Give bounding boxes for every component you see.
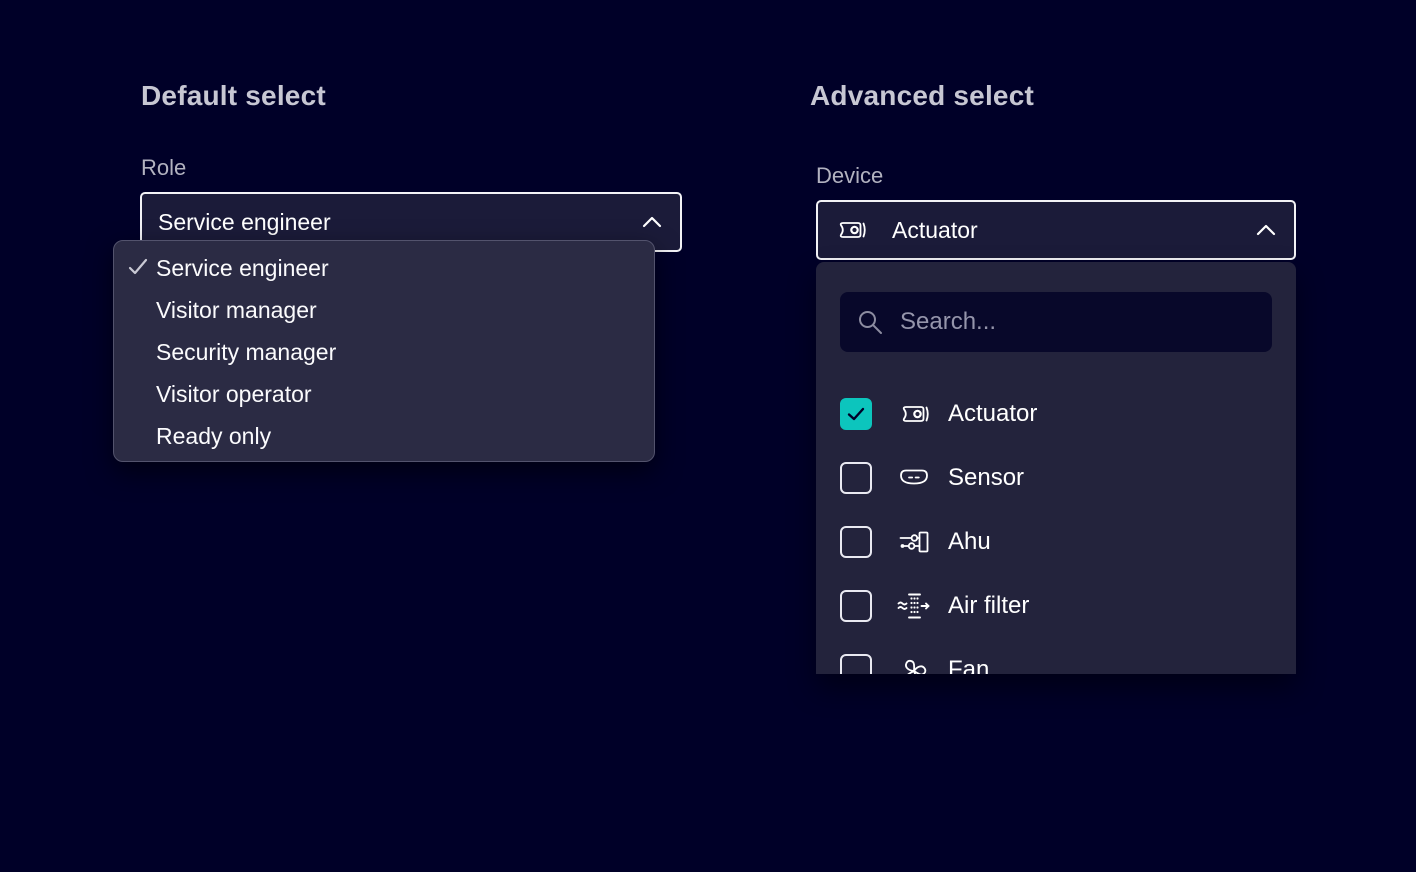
checkbox-checked[interactable] xyxy=(840,398,872,430)
role-dropdown-menu: Service engineer Visitor manager Securit… xyxy=(113,240,655,462)
device-dropdown-panel: Actuator Sensor Ahu xyxy=(816,262,1296,674)
actuator-icon xyxy=(834,218,868,242)
page-root: { "default_select": { "title": "Default … xyxy=(0,0,1416,872)
menu-item-label: Ready only xyxy=(156,423,271,450)
air-filter-icon xyxy=(892,590,936,622)
menu-item-label: Security manager xyxy=(156,339,336,366)
menu-item-label: Service engineer xyxy=(156,255,329,282)
option-label: Air filter xyxy=(948,592,1029,620)
device-select[interactable]: Actuator xyxy=(816,200,1296,260)
option-row-sensor[interactable]: Sensor xyxy=(816,446,1296,510)
chevron-up-icon xyxy=(642,216,662,228)
search-input[interactable] xyxy=(900,308,1256,336)
option-row-actuator[interactable]: Actuator xyxy=(816,382,1296,446)
search-icon xyxy=(856,308,884,336)
sensor-icon xyxy=(892,462,936,494)
device-select-value: Actuator xyxy=(892,217,978,244)
default-select-title: Default select xyxy=(141,80,326,112)
checkbox-unchecked[interactable] xyxy=(840,590,872,622)
role-label: Role xyxy=(141,155,186,181)
option-label: Sensor xyxy=(948,464,1024,492)
checkbox-unchecked[interactable] xyxy=(840,462,872,494)
advanced-select-title: Advanced select xyxy=(810,80,1034,112)
option-label: Fan xyxy=(948,656,989,674)
device-option-list: Actuator Sensor Ahu xyxy=(816,382,1296,674)
option-label: Ahu xyxy=(948,528,991,556)
checkbox-unchecked[interactable] xyxy=(840,526,872,558)
menu-item-ready-only[interactable]: Ready only xyxy=(114,415,654,457)
search-box xyxy=(840,292,1272,352)
option-row-ahu[interactable]: Ahu xyxy=(816,510,1296,574)
menu-item-service-engineer[interactable]: Service engineer xyxy=(114,247,654,289)
actuator-icon xyxy=(892,398,936,430)
option-row-fan[interactable]: Fan xyxy=(816,638,1296,674)
chevron-up-icon xyxy=(1256,224,1276,236)
option-label: Actuator xyxy=(948,400,1037,428)
menu-item-visitor-operator[interactable]: Visitor operator xyxy=(114,373,654,415)
menu-item-visitor-manager[interactable]: Visitor manager xyxy=(114,289,654,331)
menu-item-label: Visitor operator xyxy=(156,381,312,408)
option-row-air-filter[interactable]: Air filter xyxy=(816,574,1296,638)
check-icon xyxy=(127,258,149,276)
ahu-icon xyxy=(892,526,936,558)
menu-item-security-manager[interactable]: Security manager xyxy=(114,331,654,373)
checkbox-unchecked[interactable] xyxy=(840,654,872,674)
fan-icon xyxy=(892,654,936,674)
device-label: Device xyxy=(816,163,883,189)
menu-item-label: Visitor manager xyxy=(156,297,317,324)
role-select-value: Service engineer xyxy=(158,209,331,236)
